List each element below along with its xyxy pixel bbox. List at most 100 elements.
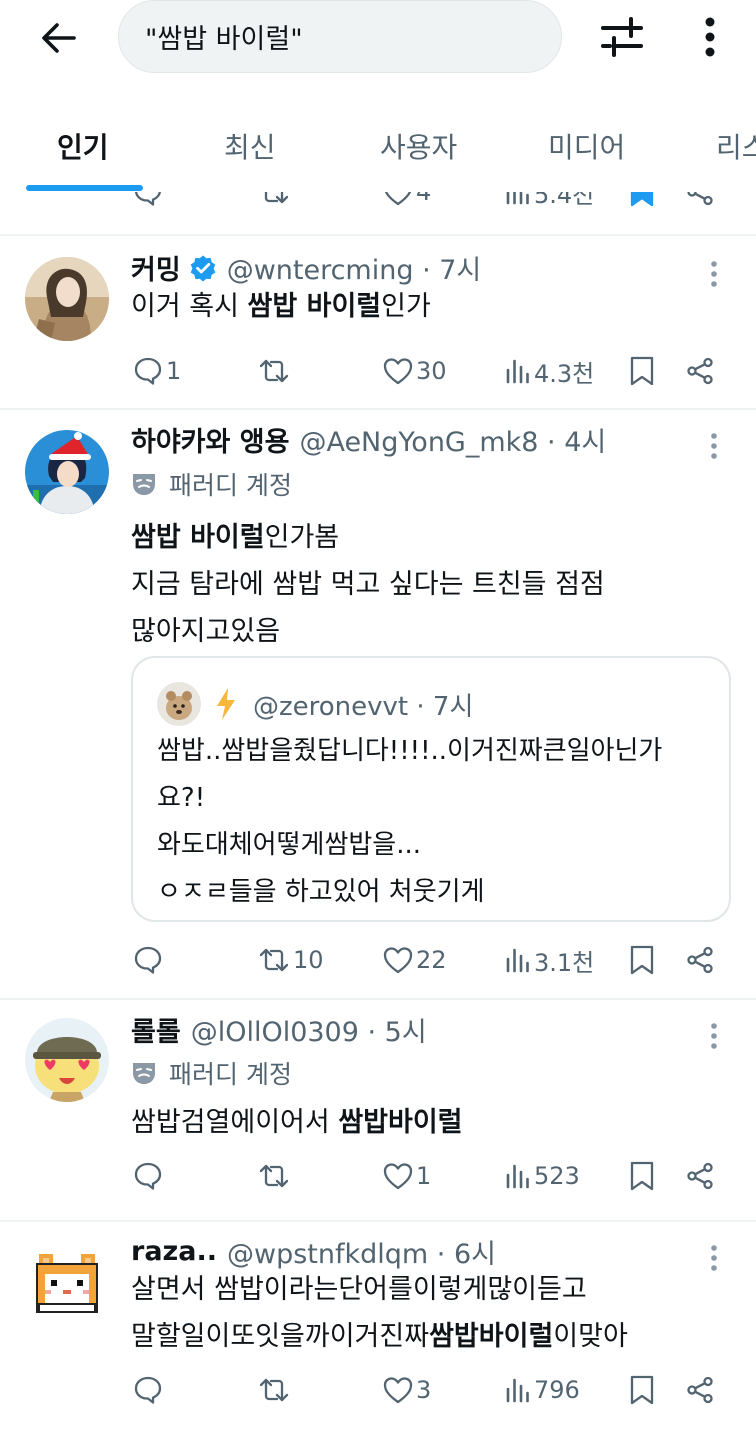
tweet-text-line: 지금 탐라에 쌈밥 먹고 싶다는 트친들 점점 bbox=[131, 569, 605, 600]
quoted-avatar[interactable] bbox=[157, 682, 201, 726]
like-button[interactable]: 1 bbox=[383, 1156, 431, 1196]
bookmark-button[interactable] bbox=[630, 1156, 654, 1196]
tab-media[interactable]: 미디어 bbox=[548, 126, 625, 166]
retweet-button[interactable] bbox=[258, 1156, 290, 1196]
search-filter-button[interactable] bbox=[597, 12, 647, 62]
like-count: 4 bbox=[416, 192, 432, 206]
share-icon bbox=[687, 357, 713, 385]
tweet[interactable]: 하야카와 앵용 @AeNgYonG_mk8 · 4시 패러디 계정 쌈밥 바이럴… bbox=[0, 410, 756, 998]
tab-people[interactable]: 사용자 bbox=[380, 126, 457, 166]
display-name[interactable]: 롤롤 bbox=[131, 1010, 181, 1049]
like-button[interactable]: 30 bbox=[383, 351, 447, 391]
share-icon bbox=[687, 192, 713, 206]
retweet-button[interactable] bbox=[258, 192, 290, 212]
retweet-icon bbox=[259, 948, 289, 972]
reply-icon bbox=[134, 357, 162, 385]
share-button[interactable] bbox=[686, 940, 714, 980]
tab-top[interactable]: 인기 bbox=[57, 126, 109, 166]
reply-button[interactable] bbox=[133, 940, 163, 980]
quoted-text-line: ㅇㅈㄹ들을 하고있어 처웃기게 bbox=[157, 877, 485, 907]
retweet-button[interactable] bbox=[258, 1370, 290, 1410]
display-name[interactable]: 하야카와 앵용 bbox=[131, 420, 289, 459]
bookmark-button[interactable] bbox=[630, 351, 654, 391]
tweet[interactable]: 롤롤 @lOllOl0309 · 5시 패러디 계정 쌈밥검열에이어서 쌈밥바이… bbox=[0, 1000, 756, 1220]
tweet[interactable]: raza.. @wpstnfkdlqm · 6시 살면서 쌈밥이라는단어를이렇게… bbox=[0, 1222, 756, 1429]
retweet-icon bbox=[259, 359, 289, 383]
parody-label: 패러디 계정 bbox=[131, 1055, 292, 1091]
tab-latest[interactable]: 최신 bbox=[224, 126, 276, 166]
like-button[interactable]: 22 bbox=[383, 940, 447, 980]
share-icon bbox=[687, 946, 713, 974]
heart-icon bbox=[383, 947, 413, 974]
share-button[interactable] bbox=[686, 1370, 714, 1410]
bookmark-button[interactable] bbox=[630, 940, 654, 980]
bookmark-button[interactable] bbox=[630, 1370, 654, 1410]
retweet-icon bbox=[259, 1378, 289, 1402]
share-button[interactable] bbox=[686, 351, 714, 391]
retweet-count: 10 bbox=[293, 946, 324, 974]
views-button[interactable]: 5.4천 bbox=[505, 192, 594, 212]
like-button[interactable]: 3 bbox=[383, 1370, 431, 1410]
quoted-handle-and-time[interactable]: @zeronevvt · 7시 bbox=[253, 686, 473, 723]
reply-button[interactable] bbox=[133, 1156, 163, 1196]
reply-button[interactable] bbox=[133, 1370, 163, 1410]
views-button[interactable]: 523 bbox=[505, 1156, 580, 1196]
back-button[interactable] bbox=[34, 14, 82, 62]
tweet-text-part: 말할일이또잇을까이거진짜 bbox=[131, 1321, 430, 1352]
retweet-button[interactable] bbox=[258, 351, 290, 391]
verified-badge-icon bbox=[190, 255, 215, 281]
heart-icon bbox=[383, 1377, 413, 1404]
avatar[interactable] bbox=[25, 1018, 109, 1102]
handle-and-time[interactable]: @wntercming · 7시 bbox=[227, 248, 482, 287]
more-options-button[interactable] bbox=[688, 12, 732, 62]
handle-and-time[interactable]: @AeNgYonG_mk8 · 4시 bbox=[299, 420, 606, 459]
tweet-menu-button[interactable] bbox=[700, 1238, 728, 1278]
share-button[interactable] bbox=[686, 192, 714, 212]
avatar[interactable] bbox=[25, 257, 109, 341]
share-button[interactable] bbox=[686, 1156, 714, 1196]
avatar[interactable] bbox=[25, 1240, 109, 1324]
parody-label-text: 패러디 계정 bbox=[169, 471, 292, 500]
tweet-text-part: 쌈밥검열에이어서 bbox=[131, 1107, 339, 1138]
tweet-header: 롤롤 @lOllOl0309 · 5시 bbox=[131, 1010, 427, 1049]
quoted-tweet-header: @zeronevvt · 7시 bbox=[157, 682, 473, 726]
reply-icon bbox=[134, 1376, 162, 1404]
like-button[interactable]: 4 bbox=[383, 192, 431, 212]
parody-label: 패러디 계정 bbox=[131, 466, 292, 502]
bookmark-button[interactable] bbox=[630, 192, 654, 212]
quoted-tweet[interactable]: @zeronevvt · 7시 쌈밥..쌈밥을줬답니다!!!!..이거진짜큰일아… bbox=[131, 656, 731, 922]
tweet-text-line: 살면서 쌈밥이라는단어를이렇게많이듣고 bbox=[131, 1274, 587, 1305]
tweet-menu-button[interactable] bbox=[700, 1016, 728, 1056]
avatar[interactable] bbox=[25, 430, 109, 514]
search-tabs: 인기 최신 사용자 미디어 리스 bbox=[0, 80, 756, 192]
views-button[interactable]: 796 bbox=[505, 1370, 580, 1410]
reply-button[interactable] bbox=[133, 192, 163, 212]
bookmark-icon bbox=[630, 1375, 654, 1405]
bookmark-icon bbox=[630, 1161, 654, 1191]
view-count: 4.3천 bbox=[534, 359, 595, 388]
tweet[interactable]: 커밍 @wntercming · 7시 이거 혹시 쌈밥 바이럴인가 1 30 bbox=[0, 236, 756, 408]
tweet-actions-partial: 4 5.4천 bbox=[0, 192, 756, 212]
quoted-text-line: 와도대체어떻게쌈밥을... bbox=[157, 830, 421, 860]
like-count: 1 bbox=[416, 1162, 432, 1190]
handle-and-time[interactable]: @lOllOl0309 · 5시 bbox=[191, 1010, 427, 1049]
tweet-menu-button[interactable] bbox=[700, 254, 728, 294]
display-name[interactable]: raza.. bbox=[131, 1236, 217, 1267]
retweet-icon bbox=[259, 1164, 289, 1188]
search-query: "쌈밥 바이럴" bbox=[145, 24, 303, 55]
tab-lists[interactable]: 리스 bbox=[716, 126, 756, 166]
share-icon bbox=[687, 1162, 713, 1190]
display-name[interactable]: 커밍 bbox=[131, 248, 181, 287]
tweet-menu-button[interactable] bbox=[700, 426, 728, 466]
search-input[interactable]: "쌈밥 바이럴" bbox=[118, 0, 562, 73]
active-tab-indicator bbox=[26, 185, 143, 191]
heart-icon bbox=[384, 192, 412, 206]
tweet-header: 하야카와 앵용 @AeNgYonG_mk8 · 4시 bbox=[131, 420, 606, 459]
reply-button[interactable]: 1 bbox=[133, 351, 181, 391]
tweet-text: 쌈밥 바이럴인가봄 지금 탐라에 쌈밥 먹고 싶다는 트친들 점점 많아지고있음 bbox=[131, 514, 605, 655]
views-button[interactable]: 4.3천 bbox=[505, 351, 594, 391]
views-button[interactable]: 3.1천 bbox=[505, 940, 594, 980]
tweet-text: 쌈밥검열에이어서 쌈밥바이럴 bbox=[131, 1099, 463, 1146]
top-bar: "쌈밥 바이럴" bbox=[0, 0, 756, 80]
retweet-button[interactable]: 10 bbox=[258, 940, 324, 980]
